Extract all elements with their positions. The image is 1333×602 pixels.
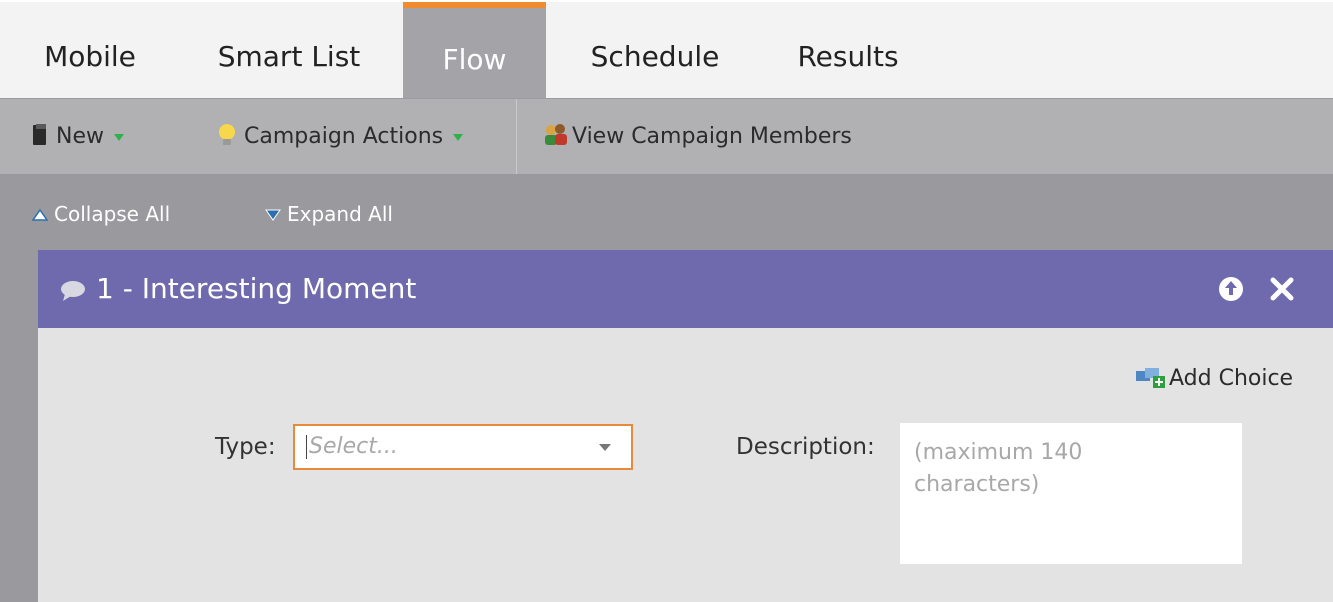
flow-controls-bar: Collapse All Expand All <box>0 174 1333 250</box>
toolbar-divider <box>516 99 517 175</box>
expand-all-button[interactable]: Expand All <box>265 174 393 254</box>
people-icon <box>545 124 567 145</box>
flow-step-title: 1 - Interesting Moment <box>96 272 417 305</box>
lightbulb-icon <box>219 124 235 145</box>
new-document-icon <box>33 124 46 145</box>
move-up-icon[interactable] <box>1218 276 1244 302</box>
type-select-placeholder: Select... <box>309 434 398 459</box>
description-placeholder: (maximum 140 characters) <box>914 440 1083 497</box>
new-label: New <box>56 124 104 149</box>
tab-smart-list[interactable]: Smart List <box>196 2 382 100</box>
type-label: Type: <box>215 434 276 460</box>
add-choice-icon <box>1136 368 1165 388</box>
triangle-up-icon <box>31 208 49 221</box>
add-choice-button[interactable]: Add Choice <box>1135 364 1293 394</box>
chevron-down-icon <box>599 444 611 451</box>
type-select[interactable]: Select... <box>293 424 633 470</box>
new-menu-button[interactable]: New <box>30 99 124 175</box>
triangle-down-icon <box>265 209 281 221</box>
view-campaign-members-button[interactable]: View Campaign Members <box>542 99 852 175</box>
tab-flow[interactable]: Flow <box>403 2 546 100</box>
toolbar: New Campaign Actions View Campaign Membe… <box>0 98 1333 175</box>
view-campaign-members-label: View Campaign Members <box>572 124 852 149</box>
tab-results[interactable]: Results <box>776 2 920 100</box>
speech-bubble-icon <box>61 281 85 301</box>
close-icon[interactable] <box>1270 277 1294 301</box>
flow-step-body: Add Choice Type: Select... Description: … <box>38 328 1333 602</box>
campaign-actions-menu-button[interactable]: Campaign Actions <box>216 99 464 175</box>
text-cursor <box>306 435 307 459</box>
chevron-down-icon <box>114 133 124 141</box>
collapse-all-button[interactable]: Collapse All <box>31 174 171 254</box>
expand-all-label: Expand All <box>287 202 393 226</box>
collapse-all-label: Collapse All <box>54 202 171 226</box>
tab-schedule[interactable]: Schedule <box>570 2 740 100</box>
campaign-actions-label: Campaign Actions <box>244 124 444 149</box>
tab-bar: Mobile Smart List Flow Schedule Results <box>0 0 1333 100</box>
left-gutter <box>0 250 38 602</box>
flow-step-header: 1 - Interesting Moment <box>38 250 1333 328</box>
tab-mobile[interactable]: Mobile <box>18 2 162 100</box>
chevron-down-icon <box>453 133 464 141</box>
description-label: Description: <box>736 434 875 460</box>
add-choice-label: Add Choice <box>1169 366 1294 391</box>
description-field[interactable]: (maximum 140 characters) <box>900 423 1242 564</box>
